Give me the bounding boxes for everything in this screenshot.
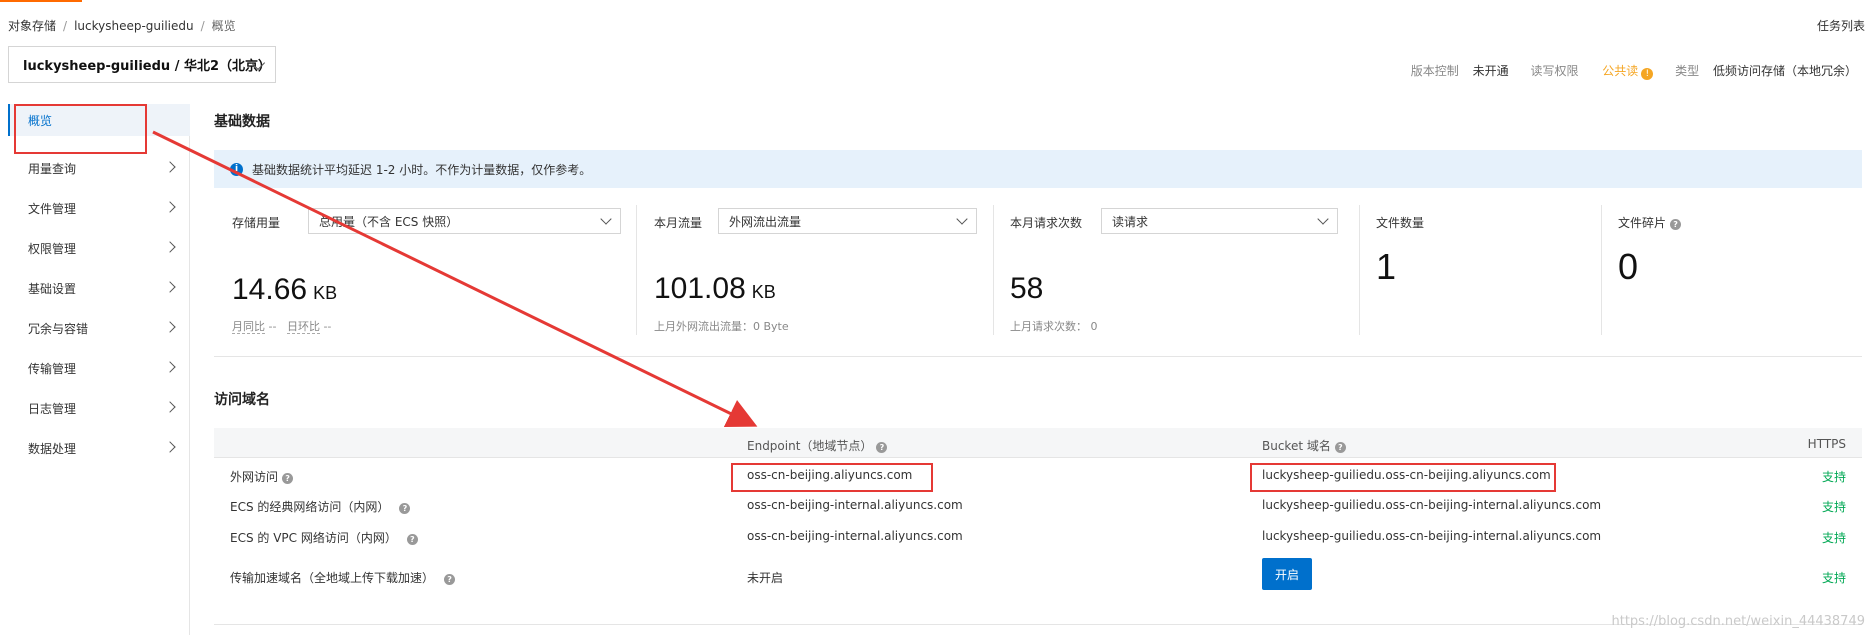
watermark: https://blog.csdn.net/weixin_44438749 [1611, 614, 1865, 629]
annotation-arrow [152, 130, 758, 427]
